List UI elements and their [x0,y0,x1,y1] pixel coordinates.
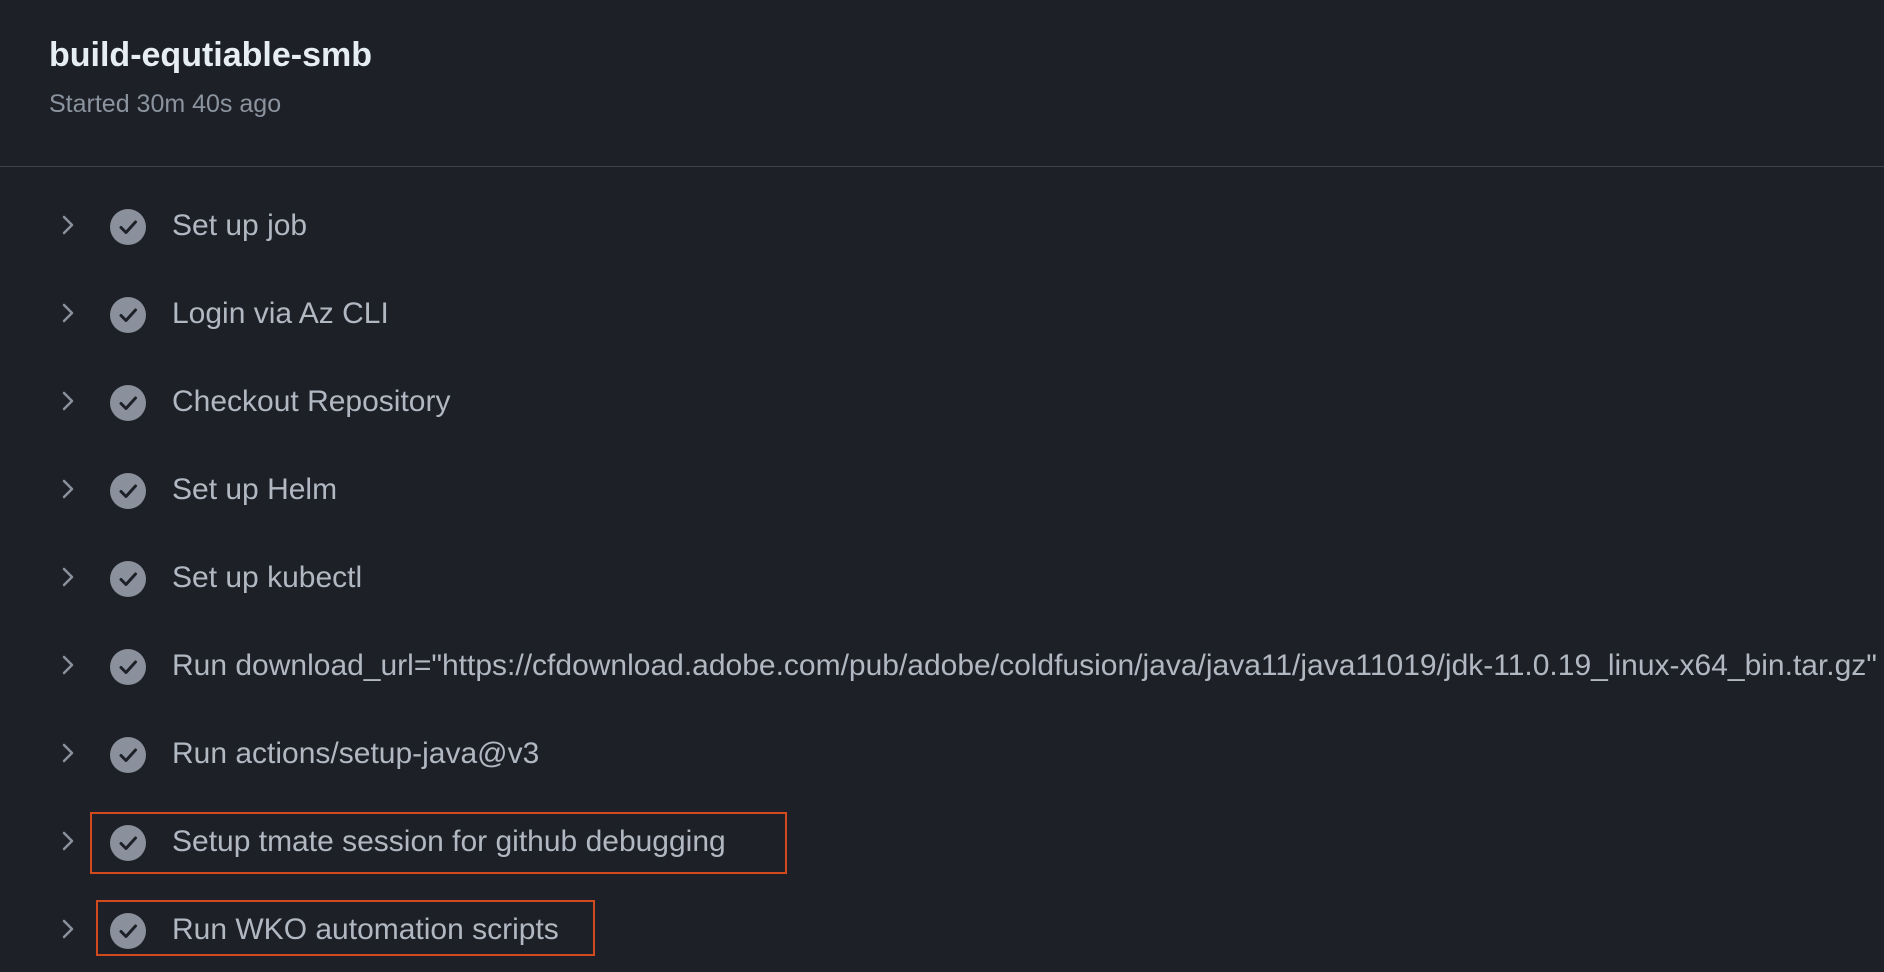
step-row-run-wko-scripts[interactable]: Run WKO automation scripts [0,898,1884,960]
step-row-setup-tmate[interactable]: Setup tmate session for github debugging [0,810,1884,874]
step-row-set-up-helm[interactable]: Set up Helm [0,458,1884,520]
step-label: Checkout Repository [172,385,451,418]
step-row-set-up-job[interactable]: Set up job [0,194,1884,256]
check-circle-icon [110,473,146,509]
chevron-right-icon[interactable] [56,299,80,327]
job-started-time: Started 30m 40s ago [49,90,282,118]
step-label: Setup tmate session for github debugging [172,825,726,858]
chevron-right-icon[interactable] [56,651,80,679]
step-label: Run download_url="https://cfdownload.ado… [172,649,1877,682]
check-circle-icon [110,825,146,861]
check-circle-icon [110,561,146,597]
chevron-right-icon[interactable] [56,915,80,943]
check-circle-icon [110,385,146,421]
step-label: Set up Helm [172,473,338,506]
step-label: Run actions/setup-java@v3 [172,737,540,770]
check-circle-icon [110,649,146,685]
check-circle-icon [110,297,146,333]
chevron-right-icon[interactable] [56,563,80,591]
check-circle-icon [110,737,146,773]
step-label: Set up kubectl [172,561,363,594]
chevron-right-icon[interactable] [56,211,80,239]
step-row-login-az-cli[interactable]: Login via Az CLI [0,282,1884,344]
job-title: build-equtiable-smb [49,36,372,74]
step-row-run-download-url[interactable]: Run download_url="https://cfdownload.ado… [0,634,1884,696]
workflow-job-page: build-equtiable-smb Started 30m 40s ago … [0,0,1884,972]
job-header: build-equtiable-smb Started 30m 40s ago [0,0,1884,167]
step-row-setup-java[interactable]: Run actions/setup-java@v3 [0,722,1884,784]
check-circle-icon [110,913,146,949]
chevron-right-icon[interactable] [56,475,80,503]
step-label: Set up job [172,209,308,242]
check-circle-icon [110,209,146,245]
step-label: Login via Az CLI [172,297,389,330]
job-steps-list: Set up job Login via Az CLI Checkout Rep… [0,167,1884,972]
step-label: Run WKO automation scripts [172,913,559,946]
step-row-set-up-kubectl[interactable]: Set up kubectl [0,546,1884,608]
chevron-right-icon[interactable] [56,739,80,767]
chevron-right-icon[interactable] [56,387,80,415]
step-row-checkout-repository[interactable]: Checkout Repository [0,370,1884,432]
chevron-right-icon[interactable] [56,827,80,855]
